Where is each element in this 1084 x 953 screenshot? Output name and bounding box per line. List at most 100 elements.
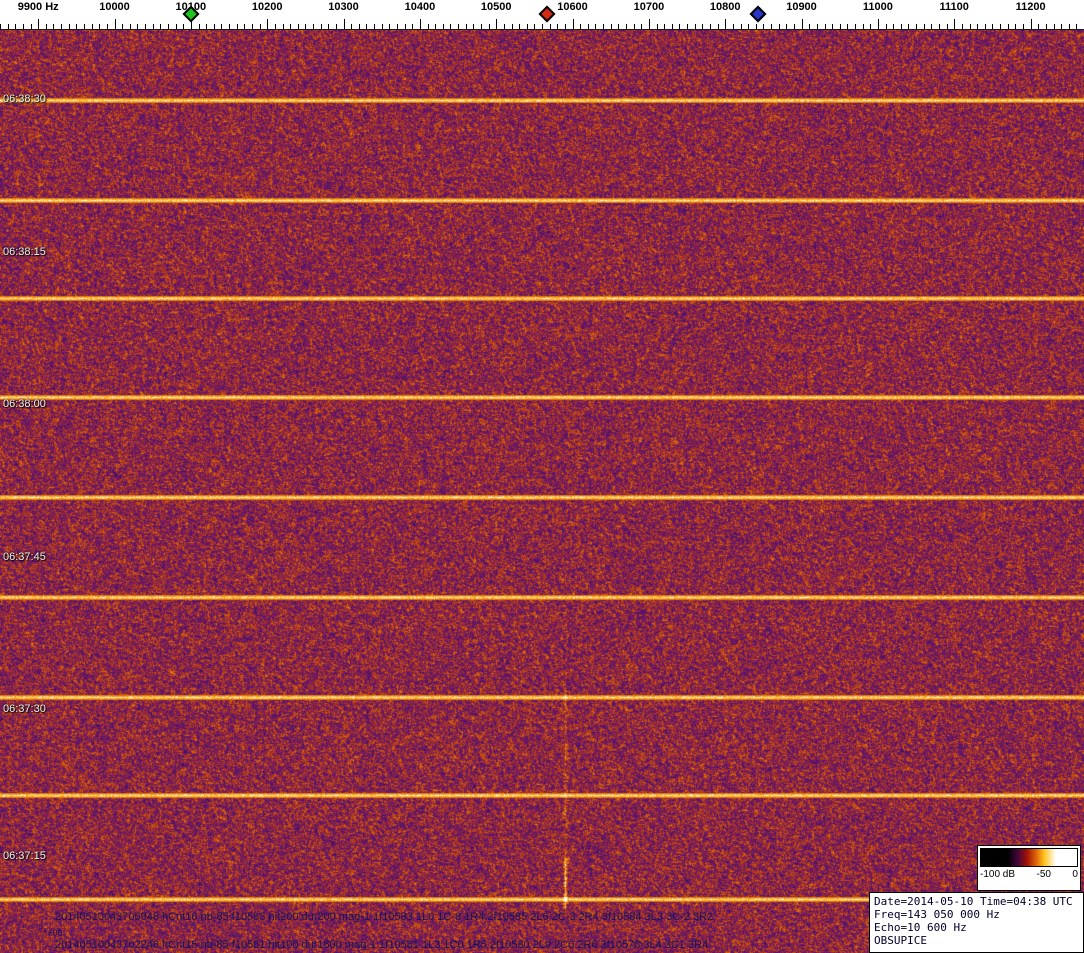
- colorbar-label-mid: -50: [1036, 869, 1051, 880]
- axis-tick-minor: [183, 24, 185, 29]
- axis-tick-minor: [786, 24, 788, 29]
- axis-tick-minor: [977, 24, 979, 29]
- axis-tick-minor: [84, 24, 85, 29]
- axis-tick-minor: [152, 24, 154, 29]
- axis-label-10700: 10700: [633, 1, 665, 13]
- axis-tick-minor: [557, 24, 559, 29]
- axis-tick-minor: [236, 24, 238, 29]
- axis-tick-minor: [763, 24, 765, 29]
- info-frequency: Freq=143 050 000 Hz: [874, 908, 1000, 921]
- axis-tick-minor: [465, 24, 467, 29]
- axis-tick-minor: [603, 24, 605, 29]
- axis-tick-minor: [1053, 24, 1055, 29]
- axis-tick-minor: [76, 24, 78, 29]
- axis-tick-minor: [793, 24, 795, 29]
- axis-tick-major: [877, 19, 879, 29]
- axis-tick-minor: [687, 24, 688, 29]
- axis-tick-minor: [702, 24, 704, 29]
- axis-tick-minor: [992, 24, 994, 29]
- axis-label-10000: 10000: [99, 1, 130, 13]
- axis-tick-minor: [816, 24, 818, 29]
- axis-label-10900: 10900: [786, 1, 817, 13]
- axis-tick-major: [725, 19, 727, 29]
- detection-line-2: 20140510043702248 hCnt15 nb-85 f10581 hi…: [55, 939, 709, 951]
- colorbar-labels: -100 dB -50 0: [980, 869, 1078, 880]
- axis-tick-minor: [824, 24, 826, 29]
- axis-tick-major: [801, 19, 803, 29]
- axis-label-10500: 10500: [480, 1, 512, 13]
- axis-tick-minor: [862, 24, 864, 29]
- axis-tick-minor: [778, 24, 780, 29]
- info-box: Date=2014-05-10 Time=04:38 UTC Freq=143 …: [869, 892, 1084, 953]
- axis-tick-minor: [404, 24, 406, 29]
- meteor-spectrogram-screen: 9900 Hz100001010010200103001040010500106…: [0, 0, 1084, 953]
- axis-tick-minor: [137, 24, 139, 29]
- axis-tick-minor: [1022, 24, 1024, 29]
- frequency-axis[interactable]: 9900 Hz100001010010200103001040010500106…: [0, 0, 1084, 30]
- axis-tick-minor: [1068, 24, 1070, 29]
- marker-blue-diamond[interactable]: [749, 5, 767, 23]
- detection-line-1: 20140510043706948 hCnt16 nb-85 f10583 hi…: [55, 911, 714, 923]
- axis-tick-minor: [412, 24, 414, 29]
- axis-tick-minor: [939, 24, 940, 29]
- time-label: 06:37:45: [3, 551, 46, 563]
- axis-tick-minor: [519, 24, 521, 29]
- axis-tick-minor: [358, 24, 360, 29]
- info-station: OBSUPICE: [874, 934, 927, 947]
- axis-tick-minor: [167, 24, 169, 29]
- axis-tick-minor: [389, 24, 391, 29]
- axis-tick-minor: [1007, 24, 1009, 29]
- axis-tick-minor: [587, 24, 589, 29]
- colorbar-gradient: [980, 848, 1078, 867]
- axis-tick-minor: [1038, 24, 1040, 29]
- axis-tick-minor: [709, 24, 711, 29]
- axis-tick-minor: [22, 24, 24, 29]
- axis-tick-minor: [1015, 24, 1017, 29]
- time-label: 06:37:15: [3, 850, 46, 862]
- axis-tick-minor: [175, 24, 177, 29]
- axis-tick-minor: [1000, 24, 1001, 29]
- axis-tick-minor: [847, 24, 849, 29]
- axis-tick-minor: [732, 24, 734, 29]
- axis-tick-minor: [633, 24, 635, 29]
- colorbar: -100 dB -50 0: [977, 845, 1081, 891]
- axis-tick-minor: [244, 24, 246, 29]
- spectrogram-canvas[interactable]: [0, 30, 1084, 953]
- axis-tick-minor: [328, 24, 330, 29]
- axis-tick-minor: [717, 24, 719, 29]
- axis-tick-minor: [305, 24, 307, 29]
- axis-tick-minor: [91, 24, 93, 29]
- axis-tick-minor: [771, 24, 772, 29]
- axis-tick-minor: [931, 24, 933, 29]
- axis-tick-minor: [1076, 24, 1078, 29]
- time-label: 06:37:30: [3, 703, 46, 715]
- axis-tick-minor: [855, 24, 856, 29]
- axis-tick-minor: [542, 24, 543, 29]
- axis-tick-minor: [618, 24, 620, 29]
- axis-tick-minor: [893, 24, 895, 29]
- marker-red-diamond[interactable]: [538, 5, 556, 23]
- axis-tick-minor: [610, 24, 612, 29]
- axis-tick-minor: [129, 24, 131, 29]
- axis-tick-major: [419, 19, 421, 29]
- axis-label-10400: 10400: [404, 1, 436, 13]
- axis-tick-minor: [229, 24, 230, 29]
- axis-tick-minor: [335, 24, 337, 29]
- axis-tick-minor: [908, 24, 910, 29]
- axis-tick-minor: [313, 24, 314, 29]
- axis-label-10300: 10300: [328, 1, 359, 13]
- axis-tick-minor: [198, 24, 200, 29]
- axis-tick-minor: [946, 24, 948, 29]
- axis-tick-minor: [290, 24, 292, 29]
- time-label: 06:38:15: [3, 246, 46, 258]
- axis-tick-minor: [740, 24, 742, 29]
- axis-tick-major: [114, 19, 116, 29]
- axis-tick-minor: [320, 24, 322, 29]
- axis-tick-major: [496, 19, 498, 29]
- axis-tick-minor: [564, 24, 566, 29]
- axis-tick-minor: [832, 24, 834, 29]
- axis-tick-major: [343, 19, 345, 29]
- axis-tick-minor: [68, 24, 70, 29]
- axis-label-10600: 10600: [557, 1, 588, 13]
- axis-tick-major: [572, 19, 574, 29]
